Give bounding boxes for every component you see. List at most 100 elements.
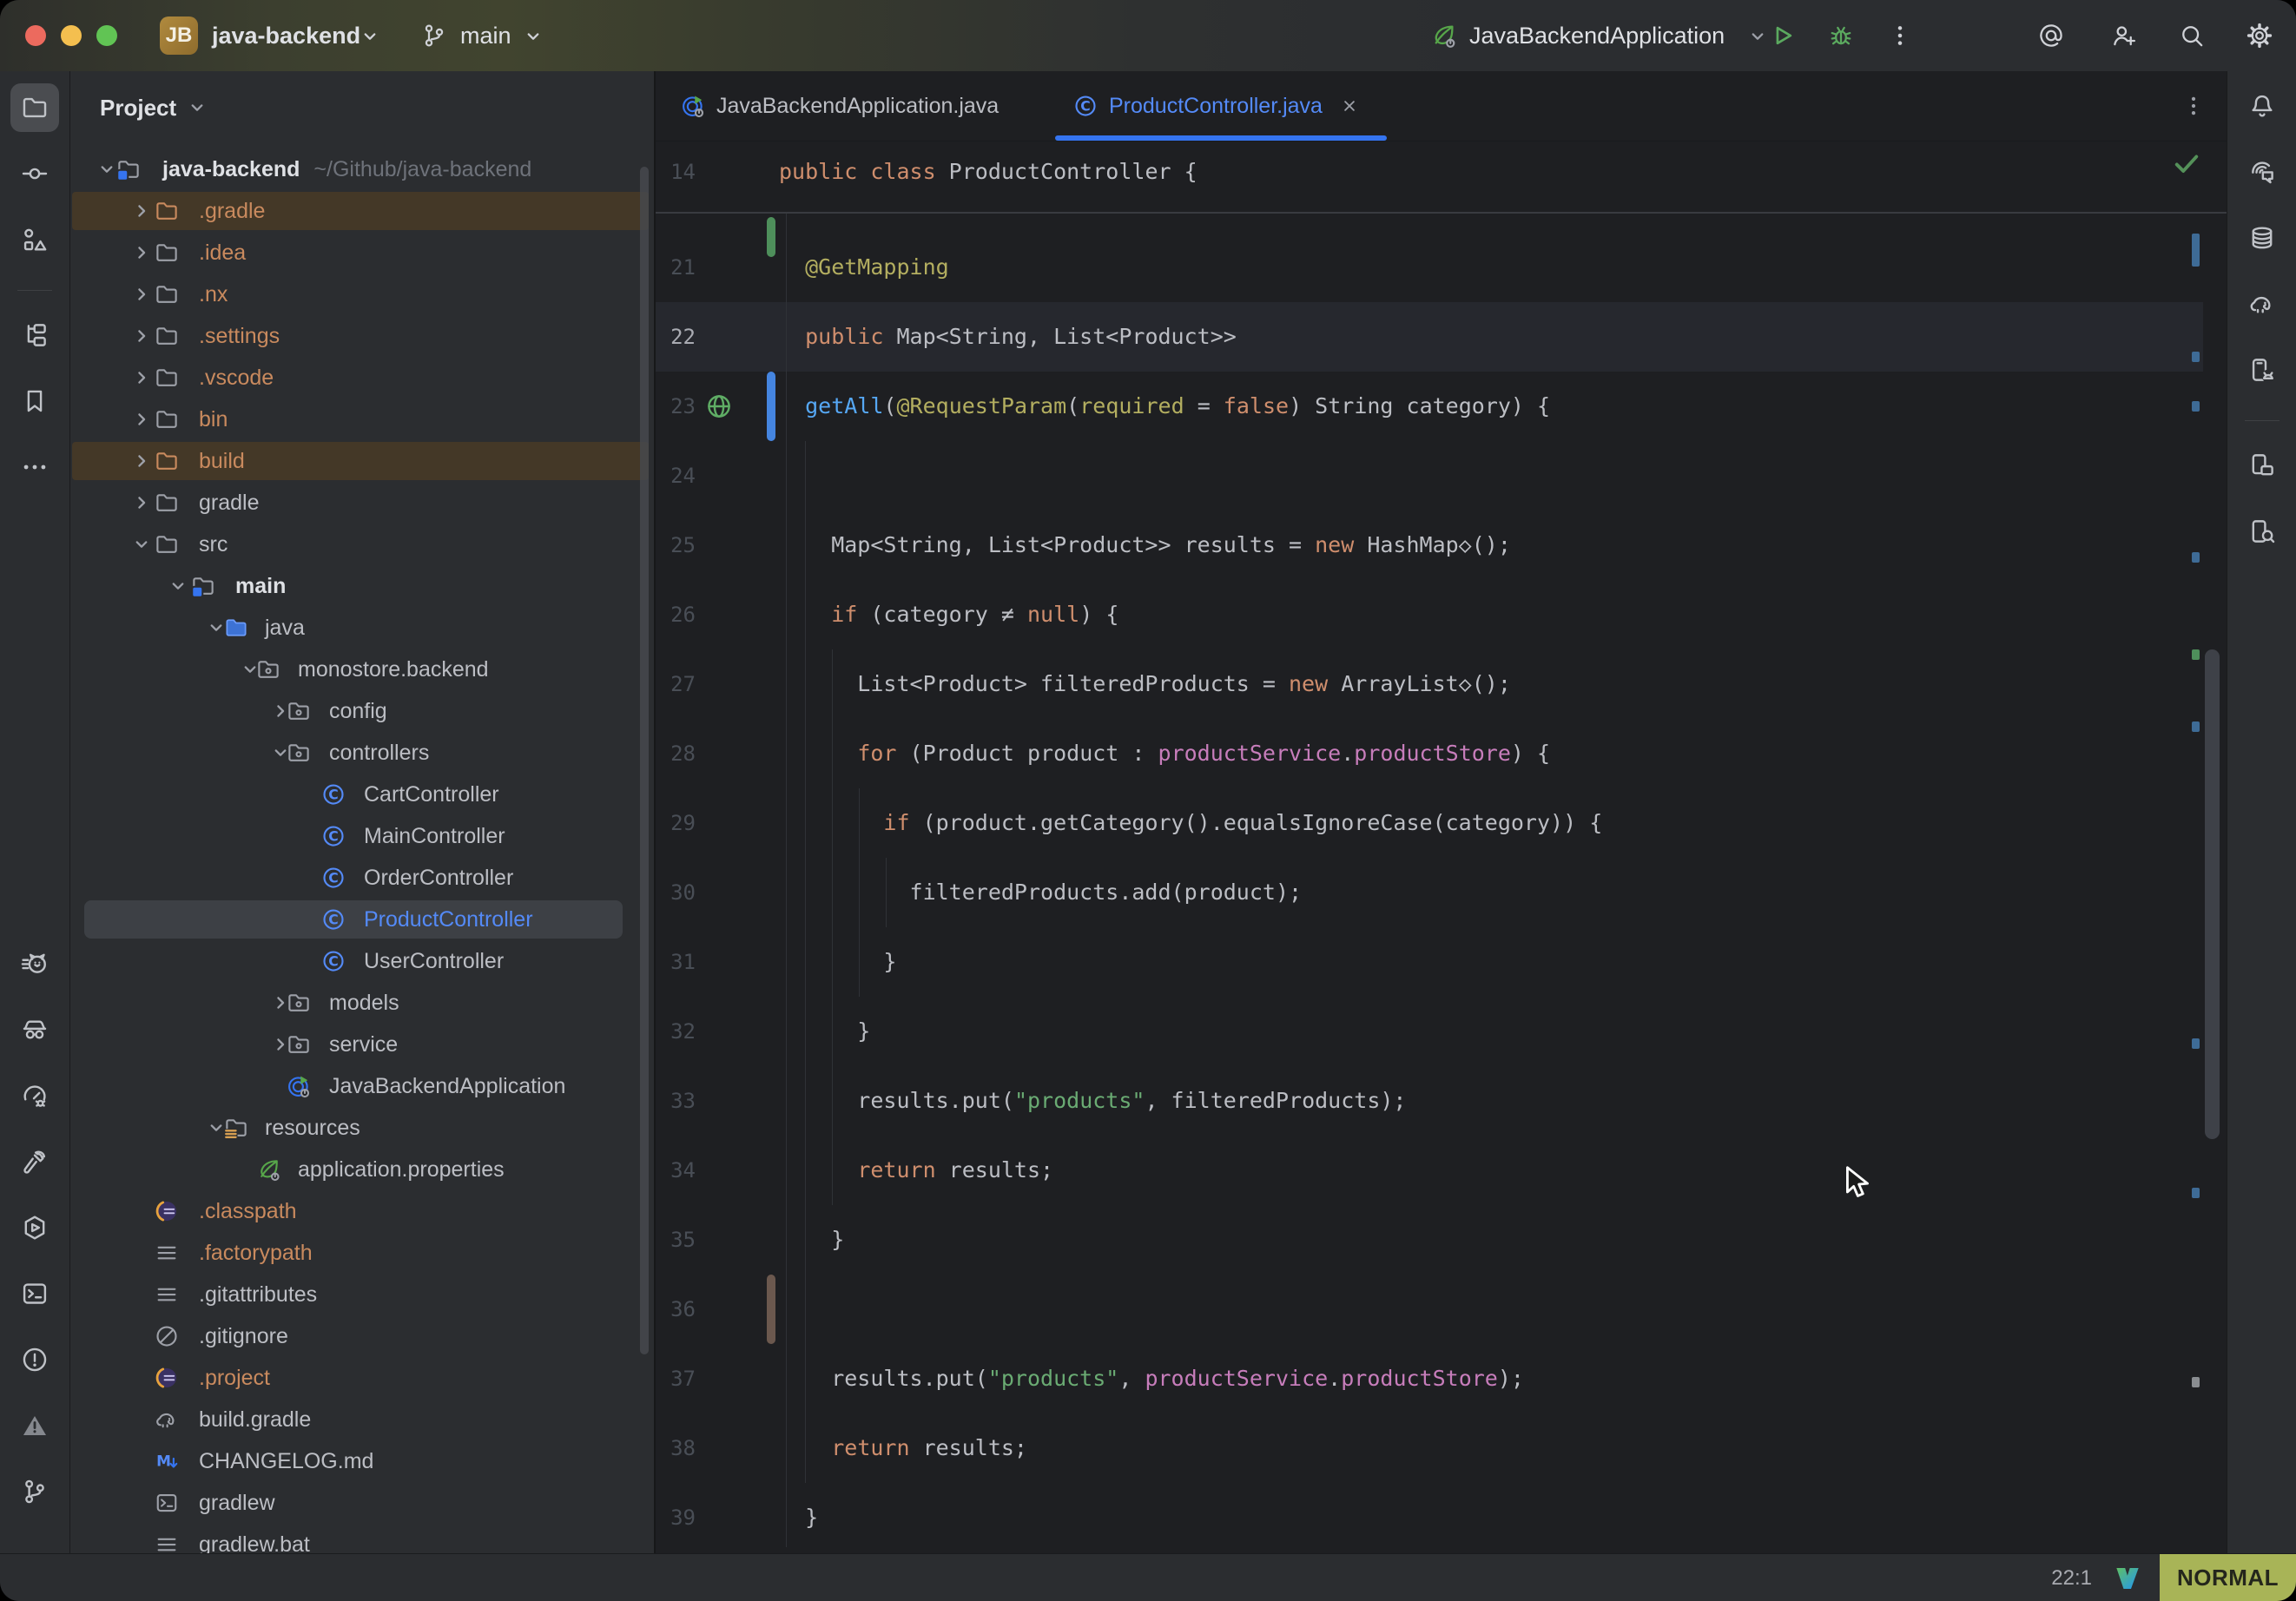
spring-leaf-icon[interactable] [1429,22,1457,49]
code-line-37[interactable]: results.put("products", productService.p… [779,1366,1524,1392]
line-number-22[interactable]: 22 [656,324,696,350]
tool-profiler-button[interactable] [10,1071,59,1120]
chevron-down-icon[interactable] [129,532,154,557]
tool-terminal-button[interactable] [10,1269,59,1318]
tab-productcontroller-java[interactable]: CProductController.java [1055,71,1387,141]
tool-device-android-button[interactable] [2238,346,2286,394]
code-line-23[interactable]: getAll(@RequestParam(required = false) S… [779,393,1550,419]
tree-item--settings[interactable]: .settings [70,317,654,355]
branch-selector[interactable]: main [460,0,511,71]
vcs-marker-whitespace[interactable] [767,1275,775,1344]
tree-item-gradlew[interactable]: gradlew [70,1484,654,1522]
chevron-down-icon[interactable] [358,24,382,49]
chevron-right-icon[interactable] [129,199,154,223]
chevron-right-icon[interactable] [129,449,154,473]
tree-item--classpath[interactable]: .classpath [70,1192,654,1230]
line-number-29[interactable]: 29 [656,810,696,836]
line-number-28[interactable]: 28 [656,741,696,767]
close-button[interactable] [25,25,46,46]
endpoint-globe-icon[interactable] [704,392,734,421]
tree-item-models[interactable]: models [70,984,654,1022]
tool-project-folder-button[interactable] [10,83,59,132]
line-number-35[interactable]: 35 [656,1227,696,1253]
tree-item-ordercontroller[interactable]: COrderController [70,859,654,897]
line-number-37[interactable]: 37 [656,1366,696,1392]
line-number-31[interactable]: 31 [656,949,696,975]
project-scrollbar[interactable] [640,167,649,1354]
tool-incognito-button[interactable] [10,1005,59,1054]
tree-item--gradle[interactable]: .gradle [70,192,654,230]
tool-notifications-bell-button[interactable] [2238,82,2286,130]
line-number-36[interactable]: 36 [656,1296,696,1322]
tool-build-hammer-button[interactable] [10,1137,59,1186]
tree-item-resources[interactable]: resources [70,1109,654,1147]
editor-scrollbar-thumb[interactable] [2205,649,2220,1139]
stripe-mark[interactable] [2192,1188,2200,1198]
tab-javabackendapplication-java[interactable]: JavaBackendApplication.java [663,71,1025,141]
line-number-30[interactable]: 30 [656,880,696,906]
code-line-31[interactable]: } [779,949,896,975]
tool-ai-assistant-button[interactable] [2238,148,2286,196]
tab-overflow-kebab-icon[interactable] [2181,93,2207,119]
kebab-icon[interactable] [1886,22,1914,49]
stripe-mark[interactable] [2192,649,2200,660]
vcs-marker-modified[interactable] [767,372,775,441]
tree-item-bin[interactable]: bin [70,400,654,438]
tree-item-build-gradle[interactable]: build.gradle [70,1400,654,1439]
tool-gradle-elephant-button[interactable] [2238,280,2286,328]
tree-item-maincontroller[interactable]: CMainController [70,817,654,855]
minimize-button[interactable] [61,25,82,46]
code-line-27[interactable]: List<Product> filteredProducts = new Arr… [779,671,1511,697]
code-line-39[interactable]: } [779,1505,818,1531]
tree-item-java[interactable]: java [70,609,654,647]
run-configuration[interactable]: JavaBackendApplication [1469,0,1725,71]
code-line-32[interactable]: } [779,1018,870,1044]
vcs-marker-added[interactable] [767,217,775,257]
tree-item-src[interactable]: src [70,525,654,563]
stripe-mark[interactable] [2192,1377,2200,1387]
tool-database-button[interactable] [2238,214,2286,262]
project-selector[interactable]: java-backend [212,0,360,71]
line-number-32[interactable]: 32 [656,1018,696,1044]
tree-item--gitattributes[interactable]: .gitattributes [70,1275,654,1314]
tree-item-service[interactable]: service [70,1025,654,1064]
code-line-25[interactable]: Map<String, List<Product>> results = new… [779,532,1511,558]
tree-item--factorypath[interactable]: .factorypath [70,1234,654,1272]
tree-item-gradlew-bat[interactable]: gradlew.bat [70,1525,654,1553]
tree-item-gradle[interactable]: gradle [70,484,654,522]
tree-item-productcontroller[interactable]: CProductController [70,900,654,939]
code-line-35[interactable]: } [779,1227,844,1253]
close-tab-icon[interactable] [1338,95,1361,117]
ai-at-icon[interactable] [2037,22,2065,49]
chevron-right-icon[interactable] [129,366,154,390]
tree-item-usercontroller[interactable]: CUserController [70,942,654,980]
code-line-29[interactable]: if (product.getCategory().equalsIgnoreCa… [779,810,1602,836]
add-user-icon[interactable] [2110,22,2138,49]
code-line-38[interactable]: return results; [779,1435,1027,1461]
code-line-21[interactable]: @GetMapping [779,254,949,280]
tree-item--idea[interactable]: .idea [70,234,654,272]
stripe-mark[interactable] [2192,401,2200,412]
tree-item-application-properties[interactable]: application.properties [70,1150,654,1189]
line-number-33[interactable]: 33 [656,1088,696,1114]
tree-item-changelog-md[interactable]: MCHANGELOG.md [70,1442,654,1480]
tree-item-monostore-backend[interactable]: monostore.backend [70,650,654,688]
tool-structure-button[interactable] [10,215,59,264]
tree-item-controllers[interactable]: controllers [70,734,654,772]
code-line-30[interactable]: filteredProducts.add(product); [779,880,1302,906]
code-line-28[interactable]: for (Product product : productService.pr… [779,741,1550,767]
stripe-mark[interactable] [2192,234,2200,267]
line-number-24[interactable]: 24 [656,463,696,489]
tool-hierarchy-button[interactable] [10,311,59,359]
stripe-mark[interactable] [2192,721,2200,732]
tree-item-build[interactable]: build [70,442,654,480]
tool-problems-button[interactable] [10,1335,59,1384]
stripe-mark[interactable] [2192,352,2200,362]
line-number-23[interactable]: 23 [656,393,696,419]
line-number-34[interactable]: 34 [656,1157,696,1183]
tree-item-config[interactable]: config [70,692,654,730]
chevron-right-icon[interactable] [129,240,154,265]
tool-ai-cat-button[interactable] [10,939,59,988]
chevron-down-icon[interactable] [166,574,190,598]
code-line-26[interactable]: if (category ≠ null) { [779,602,1118,628]
